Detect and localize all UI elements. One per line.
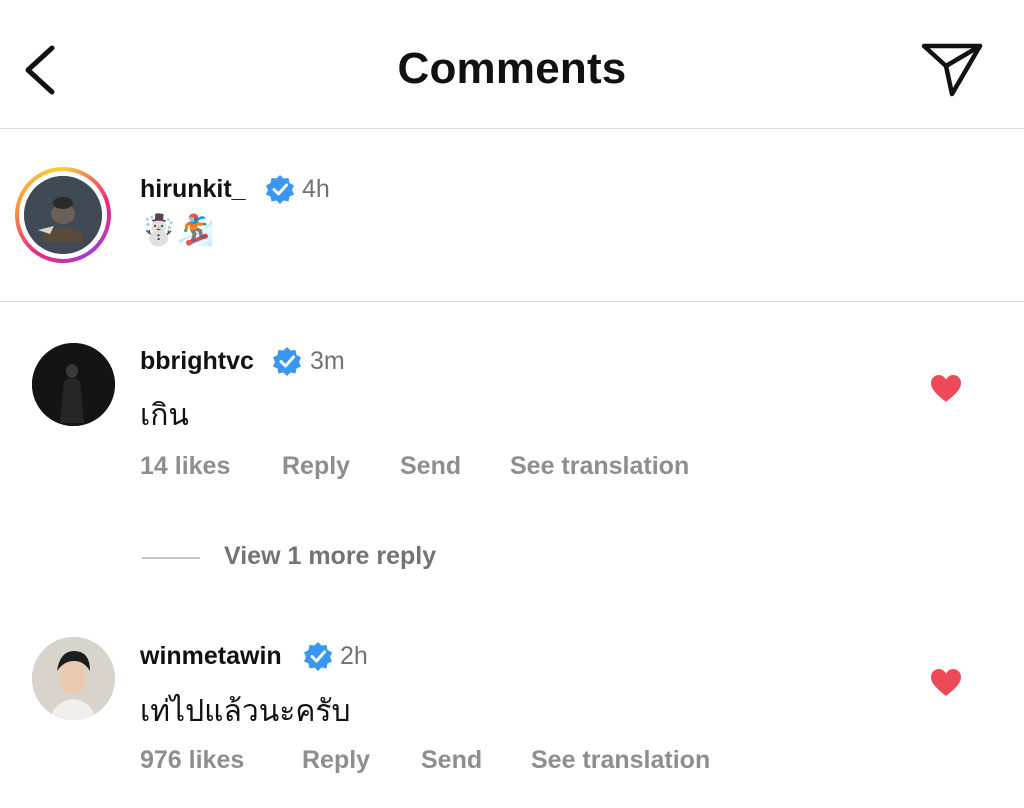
- avatar[interactable]: [32, 637, 115, 720]
- comment-text: เกิน: [140, 399, 189, 432]
- avatar[interactable]: [32, 343, 115, 426]
- avatar-image: [24, 176, 102, 254]
- likes-count[interactable]: 14 likes: [140, 452, 230, 481]
- verified-badge-icon: [304, 642, 332, 671]
- see-translation-button[interactable]: See translation: [531, 746, 710, 775]
- comment-username[interactable]: winmetawin: [140, 642, 282, 671]
- caption-text: ☃️🏂: [140, 214, 215, 247]
- caption-time: 4h: [302, 175, 330, 203]
- comment-time: 3m: [310, 347, 345, 375]
- avatar-image: [32, 343, 115, 426]
- avatar[interactable]: [24, 176, 102, 254]
- paper-plane-icon: [921, 43, 983, 97]
- page-title: Comments: [397, 44, 627, 93]
- reply-button[interactable]: Reply: [302, 746, 370, 775]
- comment-text: เท่ไปแล้วนะครับ: [140, 695, 351, 728]
- reply-button[interactable]: Reply: [282, 452, 350, 481]
- view-more-replies-button[interactable]: View 1 more reply: [224, 542, 436, 571]
- verified-badge-icon: [273, 347, 301, 376]
- send-button[interactable]: Send: [400, 452, 461, 481]
- comments-screen: Comments hirunkit_ 4h ☃️🏂 bbrightvc 3m เ…: [0, 0, 1024, 808]
- avatar-image: [32, 637, 115, 720]
- replies-divider: [142, 557, 200, 559]
- verified-badge-icon: [266, 175, 294, 204]
- send-button[interactable]: Send: [421, 746, 482, 775]
- heart-icon[interactable]: [930, 668, 962, 698]
- caption-username[interactable]: hirunkit_: [140, 175, 246, 204]
- comment-time: 2h: [340, 642, 368, 670]
- header-bar: Comments: [0, 0, 1024, 129]
- likes-count[interactable]: 976 likes: [140, 746, 244, 775]
- comment-username[interactable]: bbrightvc: [140, 347, 254, 376]
- see-translation-button[interactable]: See translation: [510, 452, 689, 481]
- heart-icon[interactable]: [930, 374, 962, 404]
- share-button[interactable]: [918, 38, 986, 100]
